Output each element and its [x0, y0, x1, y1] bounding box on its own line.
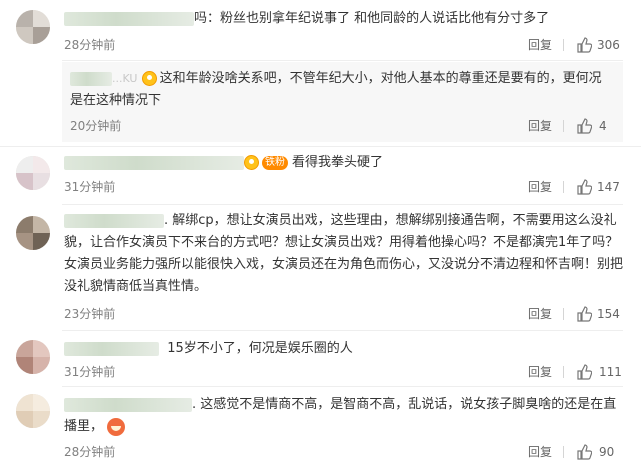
laughing-emoji-icon — [107, 417, 126, 436]
like-count: 111 — [599, 365, 622, 379]
comment-item: . 这感觉不是情商不高，是智商不高，乱说话，说女孩子脚臭啥的还是在直 播里， 2… — [0, 388, 641, 469]
vip-badge-icon — [244, 155, 259, 170]
comment-text: 15岁不小了，何况是娱乐圈的人 — [167, 341, 353, 356]
comment-time: 20分钟前 — [70, 119, 122, 133]
comment-body: . 解绑cp，想让女演员出戏，这些理由，想解绑别接通告啊，不需要用这么没礼 — [64, 210, 617, 232]
comment-time: 28分钟前 — [64, 445, 116, 459]
username-blurred[interactable] — [64, 397, 192, 412]
thumbs-up-icon[interactable] — [576, 364, 592, 380]
reply-button[interactable]: 回复 — [528, 363, 552, 381]
comment-item: . 解绑cp，想让女演员出戏，这些理由，想解绑别接通告啊，不需要用这么没礼 貌，… — [0, 206, 641, 330]
fan-badge: 铁粉 — [262, 155, 288, 170]
comment-item: 15岁不小了，何况是娱乐圈的人 31分钟前 回复 111 — [0, 332, 641, 384]
comment-time: 31分钟前 — [64, 180, 116, 194]
reply-button[interactable]: 回复 — [528, 117, 552, 135]
avatar[interactable] — [16, 10, 50, 44]
comment-body: 铁粉 看得我拳头硬了 — [64, 152, 383, 174]
thumbs-up-icon[interactable] — [576, 118, 592, 134]
comment-text-line: 播里， — [64, 419, 104, 434]
like-count: 90 — [599, 445, 615, 459]
comment-text-line: 这感觉不是情商不高，是智商不高，乱说话，说女孩子脚臭啥的还是在直 — [200, 397, 617, 412]
comment-item: 铁粉 看得我拳头硬了 31分钟前 回复 147 — [0, 148, 641, 204]
comment-time: 28分钟前 — [64, 38, 116, 52]
divider — [62, 330, 623, 331]
reply-button[interactable]: 回复 — [528, 178, 552, 196]
divider — [0, 146, 641, 147]
comment-text: 看得我拳头硬了 — [292, 155, 384, 170]
reply-thread-box: ...KU 这和年龄没啥关系吧，不管年纪大小，对他人基本的尊重还是要有的，更何况… — [62, 62, 623, 142]
comment-actions: 回复 154 — [520, 305, 630, 325]
comment-text-line: 这和年龄没啥关系吧，不管年纪大小，对他人基本的尊重还是要有的，更何况 — [159, 71, 602, 86]
comment-text-line: 貌，让合作女演员下不来台的方式吧？想让女演员出戏？用得着他操心吗？不是都演完1年… — [64, 235, 619, 250]
action-divider — [563, 39, 564, 51]
comment-body: 吗：粉丝也别拿年纪说事了 和他同龄的人说话比他有分寸多了 — [64, 8, 549, 30]
username-blurred[interactable] — [64, 341, 159, 356]
thumbs-up-icon[interactable] — [576, 37, 592, 53]
comment-actions: 回复 147 — [520, 178, 630, 198]
username-tail: ...KU — [112, 72, 138, 85]
thumbs-up-icon[interactable] — [576, 444, 592, 460]
comment-feed: 吗：粉丝也别拿年纪说事了 和他同龄的人说话比他有分寸多了 28分钟前 回复 30… — [0, 0, 641, 469]
comment-actions: 回复 111 — [520, 363, 630, 383]
comment-body: 15岁不小了，何况是娱乐圈的人 — [64, 338, 353, 360]
comment-item: 吗：粉丝也别拿年纪说事了 和他同龄的人说话比他有分寸多了 28分钟前 回复 30… — [0, 0, 641, 58]
comment-text-line: 是在这种情况下 — [70, 93, 162, 108]
like-count: 154 — [597, 307, 620, 321]
divider — [62, 60, 623, 61]
like-count: 306 — [597, 38, 620, 52]
reply-button[interactable]: 回复 — [528, 443, 552, 461]
comment-body: ...KU 这和年龄没啥关系吧，不管年纪大小，对他人基本的尊重还是要有的，更何况 — [70, 68, 602, 90]
comment-actions: 回复 306 — [520, 36, 630, 56]
avatar[interactable] — [16, 394, 50, 428]
reply-button[interactable]: 回复 — [528, 36, 552, 54]
action-divider — [563, 366, 564, 378]
username-blurred[interactable] — [64, 11, 194, 26]
username-suffix: 吗： — [194, 11, 221, 26]
action-divider — [563, 120, 564, 132]
comment-body-line2: 播里， — [64, 416, 126, 438]
like-count: 4 — [599, 119, 607, 133]
action-divider — [563, 446, 564, 458]
action-divider — [563, 181, 564, 193]
username-blurred[interactable] — [70, 71, 112, 86]
avatar[interactable] — [16, 216, 50, 250]
comment-text-line: 女演员业务能力强所以能很快入戏，女演员还在为角色而伤心，又没说分不清边程和怀吉啊… — [64, 257, 624, 272]
comment-actions: 回复 90 — [520, 443, 630, 463]
comment-time: 31分钟前 — [64, 365, 116, 379]
thumbs-up-icon[interactable] — [576, 306, 592, 322]
reply-button[interactable]: 回复 — [528, 305, 552, 323]
comment-actions: 回复 4 — [520, 117, 620, 137]
action-divider — [563, 308, 564, 320]
vip-badge-icon — [141, 71, 157, 86]
comment-body: . 这感觉不是情商不高，是智商不高，乱说话，说女孩子脚臭啥的还是在直 — [64, 394, 616, 416]
comment-text-line: 没礼貌情商低当真性情。 — [64, 279, 208, 294]
comment-text-line: 解绑cp，想让女演员出戏，这些理由，想解绑别接通告啊，不需要用这么没礼 — [172, 213, 617, 228]
thumbs-up-icon[interactable] — [576, 179, 592, 195]
username-blurred[interactable] — [64, 155, 244, 170]
avatar[interactable] — [16, 156, 50, 190]
like-count: 147 — [597, 180, 620, 194]
username-blurred[interactable] — [64, 213, 164, 228]
comment-time: 23分钟前 — [64, 307, 116, 321]
divider — [62, 386, 623, 387]
comment-text: 粉丝也别拿年纪说事了 和他同龄的人说话比他有分寸多了 — [220, 11, 550, 26]
divider — [62, 204, 623, 205]
avatar[interactable] — [16, 340, 50, 374]
